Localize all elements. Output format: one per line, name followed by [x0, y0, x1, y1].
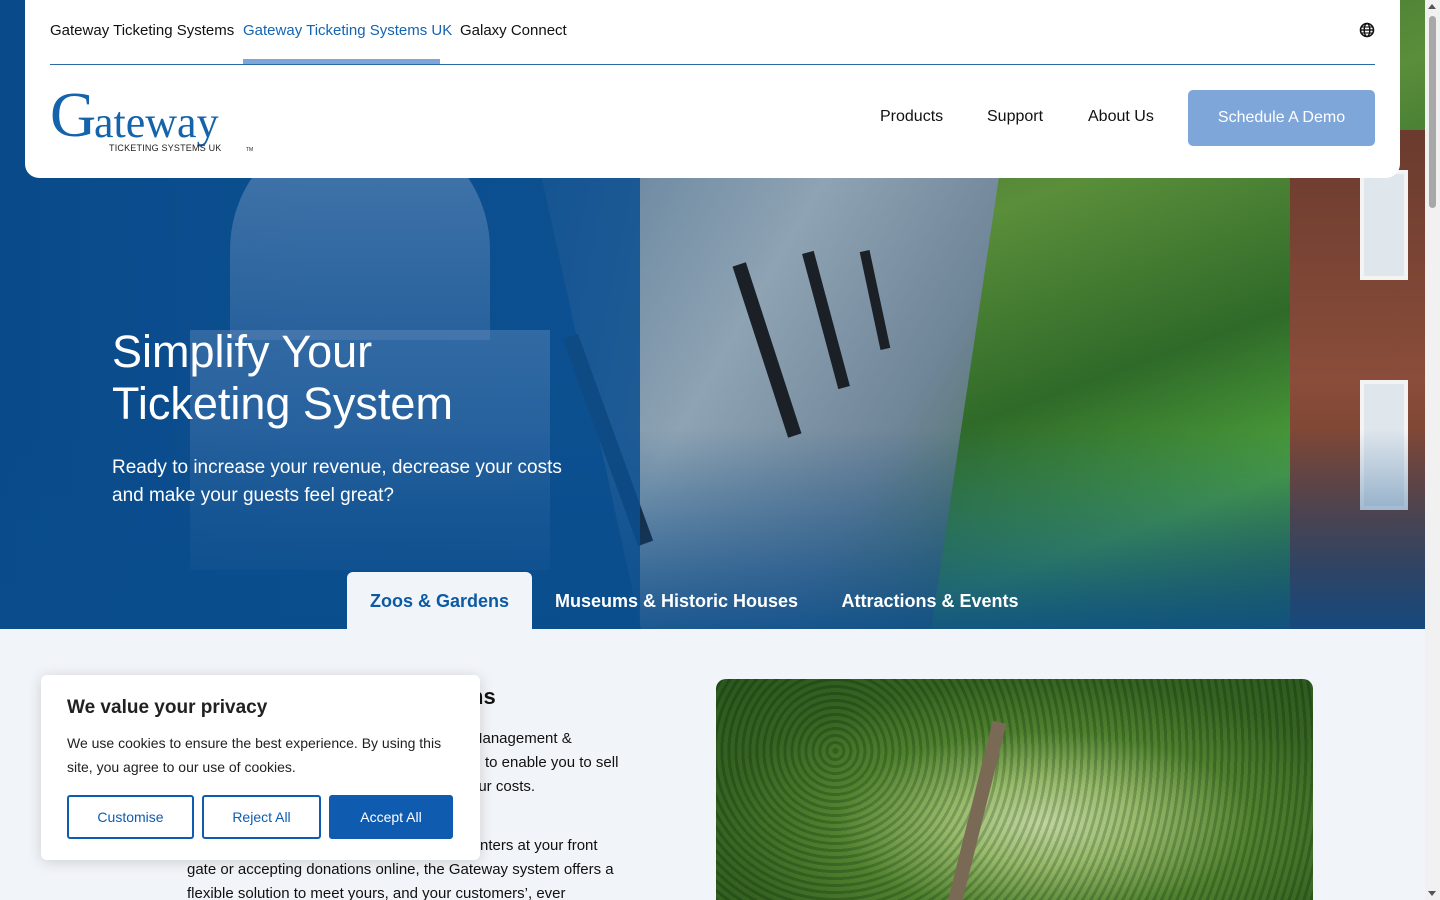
scroll-up-arrow-icon[interactable] [1428, 4, 1436, 9]
hero-text: Simplify Your Ticketing System Ready to … [112, 326, 572, 510]
nav-support[interactable]: Support [987, 108, 1043, 126]
accept-all-button[interactable]: Accept All [329, 795, 453, 839]
garden-arch-image [716, 679, 1313, 900]
top-navigation: Gateway Ticketing Systems Gateway Ticket… [50, 0, 1375, 65]
cookie-title: We value your privacy [67, 697, 268, 718]
topnav-link-gateway[interactable]: Gateway Ticketing Systems [50, 22, 234, 39]
cookie-consent-banner: We value your privacy We use cookies to … [41, 675, 480, 860]
reject-all-button[interactable]: Reject All [202, 795, 321, 839]
globe-icon[interactable] [1359, 22, 1375, 38]
hero-title: Simplify Your Ticketing System [112, 326, 453, 429]
tab-attractions-events[interactable]: Attractions & Events [830, 572, 1030, 629]
logo-initial: G [50, 79, 97, 150]
tab-zoos-gardens[interactable]: Zoos & Gardens [347, 572, 532, 629]
active-tab-indicator [243, 59, 440, 64]
cookie-text: We use cookies to ensure the best experi… [67, 735, 442, 775]
building-window [1360, 170, 1408, 280]
page-scrollbar[interactable] [1425, 0, 1440, 900]
nav-about-us[interactable]: About Us [1088, 108, 1154, 126]
customise-button[interactable]: Customise [67, 795, 194, 839]
body-text-line: gate or accepting donations online, the … [187, 861, 614, 878]
gateway-logo[interactable]: G ateway TICKETING SYSTEMS UK TM [50, 80, 260, 156]
intro-text-line: Management & [470, 730, 572, 747]
topnav-link-galaxy-connect[interactable]: Galaxy Connect [460, 22, 567, 39]
logo-subtitle: TICKETING SYSTEMS UK [109, 143, 222, 153]
tab-museums-historic-houses[interactable]: Museums & Historic Houses [545, 572, 808, 629]
site-header: Gateway Ticketing Systems Gateway Ticket… [25, 0, 1400, 178]
topnav-link-gateway-uk[interactable]: Gateway Ticketing Systems UK [243, 22, 452, 39]
scrollbar-thumb[interactable] [1429, 16, 1436, 208]
body-text-line: nters at your front [480, 837, 598, 854]
hero-subtitle: Ready to increase your revenue, decrease… [112, 457, 562, 506]
body-text-line: flexible solution to meet yours, and you… [187, 885, 566, 900]
logo-wordmark: ateway [94, 98, 219, 147]
hedge-texture [716, 679, 1313, 900]
nav-products[interactable]: Products [880, 108, 943, 126]
schedule-demo-button[interactable]: Schedule A Demo [1188, 90, 1375, 146]
intro-text-line: to enable you to sell [485, 754, 619, 771]
scroll-down-arrow-icon[interactable] [1428, 891, 1436, 896]
logo-trademark: TM [246, 147, 254, 153]
